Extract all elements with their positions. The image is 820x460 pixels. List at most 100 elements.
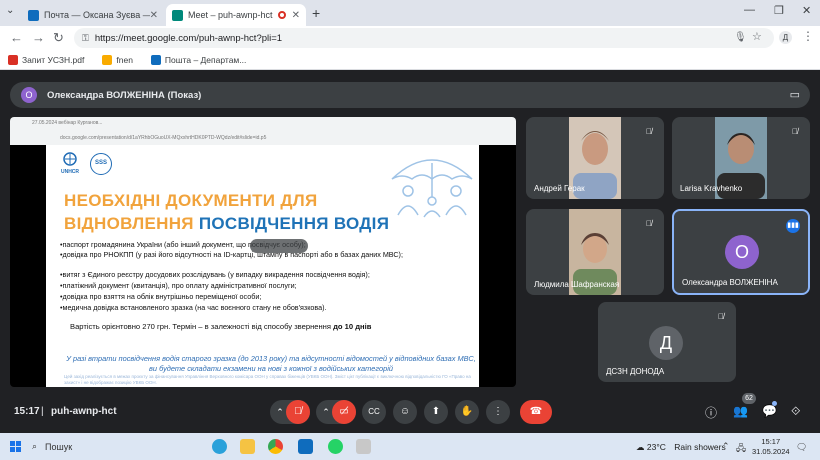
slide-overlay-controls[interactable] bbox=[250, 239, 308, 253]
pdf-icon bbox=[8, 54, 18, 65]
tray-chevron-icon[interactable]: ⌃ bbox=[722, 441, 730, 452]
raise-hand-button[interactable]: ✋ bbox=[455, 400, 479, 424]
app-icon[interactable] bbox=[356, 439, 371, 454]
chrome-icon[interactable] bbox=[268, 439, 283, 454]
back-icon[interactable]: ← bbox=[10, 30, 23, 45]
participant-name: ДСЗН ДОНОДА bbox=[606, 367, 665, 376]
umbrella-family-illustration bbox=[391, 159, 473, 218]
whatsapp-icon[interactable] bbox=[328, 439, 343, 454]
bookmarks-bar: Запит УСЗН.pdf fnen Пошта – Департам... bbox=[0, 50, 820, 70]
presentation-layout-icon[interactable]: ▭ bbox=[790, 88, 800, 101]
close-icon[interactable]: ✕ bbox=[292, 10, 300, 21]
shared-screen[interactable]: 27.05.2024 вебінар Курганов... docs.goog… bbox=[10, 117, 516, 387]
participant-avatar: Д bbox=[649, 326, 683, 360]
slide-cost-line: Вартість орієнтовно 270 грн. Термін – в … bbox=[70, 322, 479, 331]
notifications-icon[interactable]: 🗨 bbox=[796, 442, 807, 453]
bookmark-item[interactable]: fnen bbox=[102, 54, 133, 65]
mic-off-button[interactable]: 🎙̸ bbox=[286, 400, 310, 424]
bookmark-star-icon[interactable]: ☆ bbox=[752, 30, 762, 43]
site-info-icon[interactable]: ⚿ bbox=[82, 33, 89, 44]
people-icon[interactable]: 👥 bbox=[733, 404, 748, 418]
slide-bullet: •довідка про взяття на облік внутрішньо … bbox=[60, 292, 262, 301]
unhcr-logo: UNHCR bbox=[60, 151, 80, 175]
separator: | bbox=[41, 406, 44, 417]
leave-call-button[interactable]: ☎ bbox=[520, 400, 552, 424]
muted-mic-icon: 🎙̸ bbox=[792, 127, 798, 136]
telegram-icon[interactable] bbox=[212, 439, 227, 454]
browser-tab-strip: Почта — Оксана Зуєва — Outl ✕ Meet – puh… bbox=[0, 0, 820, 26]
taskbar: ⌕ Пошук ☁ 23°C Rain showers ⌃ 🖧 15:17 31… bbox=[0, 433, 820, 460]
activities-icon[interactable]: ⟐ bbox=[791, 404, 800, 419]
speaking-indicator-icon: ▮▮▮ bbox=[786, 219, 800, 233]
windows-start-icon[interactable] bbox=[10, 441, 21, 452]
slide: UNHCR SSS НЕОБХІДНІ ДОКУМЕНТИ ДЛЯ ВІДНОВ… bbox=[46, 145, 479, 387]
tab-label: Meet – puh-awnp-hct bbox=[188, 10, 273, 20]
slide-title-line1: НЕОБХІДНІ ДОКУМЕНТИ ДЛЯ bbox=[64, 191, 318, 210]
bookmark-label: Пошта – Департам... bbox=[164, 54, 247, 65]
menu-kebab-icon[interactable]: ⋮ bbox=[802, 29, 814, 43]
camera-off-button[interactable]: ▭̸ bbox=[332, 400, 356, 424]
participant-tile[interactable]: 🎙̸ Larisa Kravhenko bbox=[672, 117, 810, 199]
presenter-avatar: О bbox=[21, 87, 37, 103]
weather-text: Rain showers bbox=[674, 442, 726, 452]
tab-search-icon[interactable]: ⌄ bbox=[6, 5, 14, 16]
slide-bullet: •медична довідка встановленого зразка (н… bbox=[60, 303, 327, 312]
bookmark-item[interactable]: Запит УСЗН.pdf bbox=[8, 54, 84, 65]
participant-tile[interactable]: 🎙̸ Людмила Шафранская bbox=[526, 209, 664, 295]
forward-icon[interactable]: → bbox=[32, 30, 45, 45]
address-bar[interactable]: ⚿ https://meet.google.com/puh-awnp-hct?p… bbox=[74, 28, 774, 48]
search-icon: ⌕ bbox=[32, 441, 38, 451]
clock-time: 15:17 bbox=[761, 437, 781, 446]
outlook-icon bbox=[28, 9, 39, 21]
participant-name: Larisa Kravhenko bbox=[680, 184, 743, 193]
tab-meet[interactable]: Meet – puh-awnp-hct ✕ bbox=[166, 4, 306, 26]
taskbar-search[interactable]: ⌕ Пошук bbox=[32, 437, 197, 456]
search-placeholder: Пошук bbox=[45, 441, 73, 452]
captions-button[interactable]: CC bbox=[362, 400, 386, 424]
slide-note: У разі втрати посвідчення водія старого … bbox=[66, 354, 476, 373]
microphone-icon[interactable]: 🎙 bbox=[734, 32, 747, 43]
minimize-icon[interactable]: — bbox=[744, 4, 755, 16]
close-icon[interactable]: ✕ bbox=[150, 10, 158, 21]
more-options-button[interactable]: ⋮ bbox=[486, 400, 510, 424]
participant-name: Людмила Шафранская bbox=[534, 280, 620, 289]
slide-bullet: •платіжний документ (квитанція), про опл… bbox=[60, 281, 297, 290]
slide-title-line2: ВІДНОВЛЕННЯ ПОСВІДЧЕННЯ ВОДІЯ bbox=[64, 214, 389, 234]
muted-mic-icon: 🎙̸ bbox=[718, 312, 724, 321]
cost-text: Вартість орієнтовно 270 грн. Термін – в … bbox=[70, 322, 334, 331]
shared-browser-chrome: 27.05.2024 вебінар Курганов... docs.goog… bbox=[10, 117, 516, 145]
folder-icon bbox=[102, 54, 113, 65]
new-tab-button[interactable]: + bbox=[312, 5, 320, 21]
participant-tile[interactable]: Д 🎙̸ ДСЗН ДОНОДА bbox=[598, 302, 736, 382]
taskbar-clock[interactable]: 15:17 31.05.2024 bbox=[752, 437, 790, 457]
window-close-icon[interactable]: ✕ bbox=[802, 4, 811, 17]
recording-indicator-icon bbox=[277, 11, 286, 19]
participant-tile[interactable]: 🎙̸ Андрей Герак bbox=[526, 117, 664, 199]
slide-footnote: Цей захід реалізується в межах проєкту з… bbox=[64, 374, 471, 385]
bookmark-item[interactable]: Пошта – Департам... bbox=[150, 54, 247, 65]
muted-mic-icon: 🎙̸ bbox=[646, 127, 652, 136]
participant-tile-speaking[interactable]: О ▮▮▮ Олександра ВОЛЖЕНІНА bbox=[672, 209, 810, 295]
sss-logo: SSS bbox=[90, 153, 112, 175]
unhcr-logo-text: UNHCR bbox=[60, 169, 80, 175]
tab-outlook[interactable]: Почта — Оксана Зуєва — Outl ✕ bbox=[22, 4, 164, 26]
participant-name: Олександра ВОЛЖЕНІНА bbox=[682, 278, 778, 287]
network-icon[interactable]: 🖧 bbox=[736, 441, 746, 457]
weather-widget[interactable]: ☁ 23°C Rain showers bbox=[636, 442, 726, 453]
present-button[interactable]: ⬆ bbox=[424, 400, 448, 424]
restore-icon[interactable]: ❐ bbox=[774, 4, 784, 17]
outlook-icon[interactable] bbox=[298, 439, 313, 454]
meeting-details-icon[interactable]: ⓘ bbox=[705, 404, 717, 421]
chat-icon[interactable]: 💬 bbox=[762, 404, 777, 418]
file-explorer-icon[interactable] bbox=[240, 439, 255, 454]
profile-avatar[interactable]: Д bbox=[779, 31, 792, 44]
outlook-icon bbox=[150, 54, 161, 65]
reactions-button[interactable]: ☺ bbox=[393, 400, 417, 424]
weather-icon: ☁ bbox=[636, 442, 645, 452]
slide-bullet: •витяг з Єдиного реєстру досудових розсл… bbox=[60, 270, 370, 279]
reload-icon[interactable]: ↻ bbox=[53, 30, 64, 46]
presentation-bar: О Олександра ВОЛЖЕНІНА (Показ) ▭ bbox=[10, 82, 810, 108]
people-count-badge: 62 bbox=[742, 393, 756, 404]
meeting-clock: 15:17 bbox=[14, 406, 40, 417]
title-blue-part: ПОСВІДЧЕННЯ ВОДІЯ bbox=[198, 214, 390, 233]
